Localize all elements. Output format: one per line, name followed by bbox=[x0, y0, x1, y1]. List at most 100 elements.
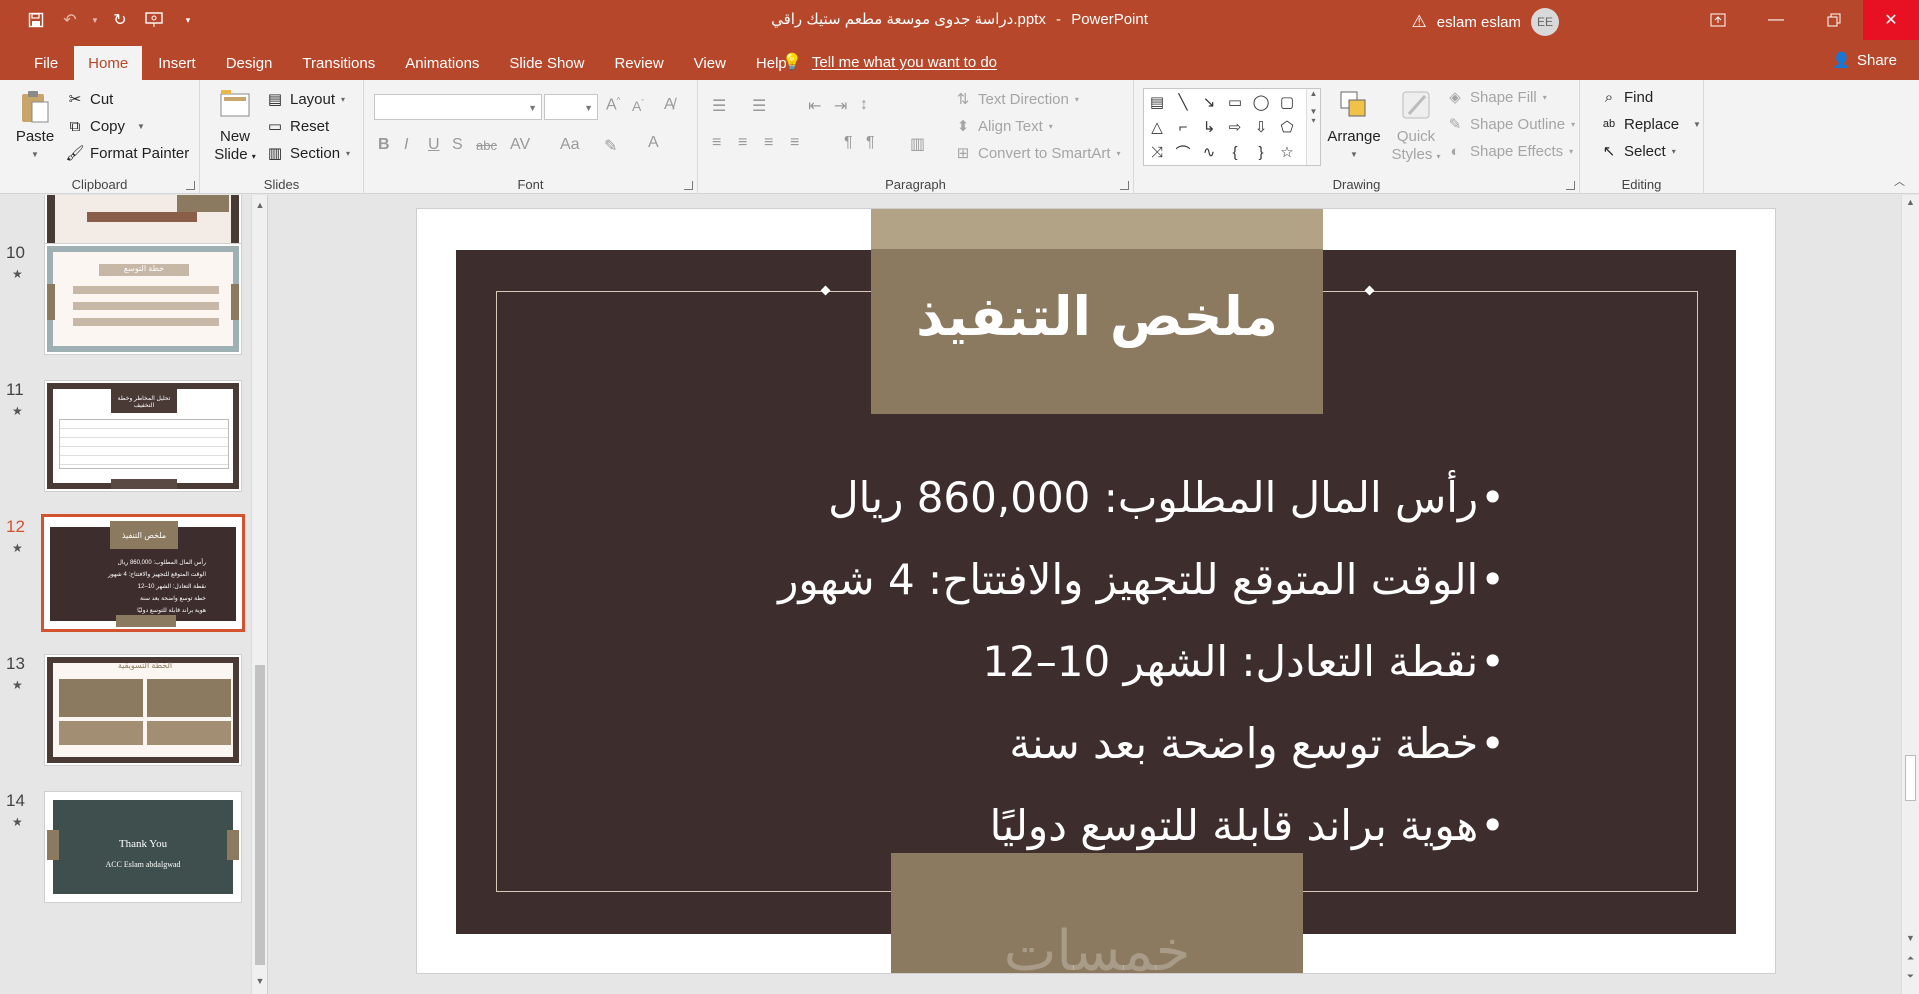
clipboard-launcher-icon[interactable] bbox=[186, 181, 195, 190]
thumbnail-slide-12[interactable]: ملخص التنفيذ رأس المال المطلوب: 860,000 … bbox=[41, 514, 245, 632]
slide-canvas[interactable]: ملخص التنفيذ خمسات •رأس المال المطلوب: 8… bbox=[416, 208, 1776, 974]
increase-indent-icon[interactable]: ⇥ bbox=[834, 96, 847, 116]
section-button[interactable]: ▥ Section ▾ bbox=[266, 144, 350, 163]
shape-effects-button[interactable]: ◐ Shape Effects ▾ bbox=[1446, 142, 1573, 160]
shapes-gallery[interactable]: ▤ ╲ ↘ ▭ ◯ ▢ △ ⌐ ↳ ⇨ ⇩ ⬠ ⤨ ⌒ ∿ { } ☆ ▲ ▼ ▾ bbox=[1143, 88, 1321, 166]
new-slide-button[interactable]: New Slide ▾ bbox=[210, 88, 260, 166]
tab-insert[interactable]: Insert bbox=[144, 46, 210, 80]
tab-view[interactable]: View bbox=[680, 46, 740, 80]
format-painter-button[interactable]: 🖌 Format Painter bbox=[65, 144, 189, 163]
layout-button[interactable]: ▤ Layout ▾ bbox=[266, 90, 345, 109]
columns-icon[interactable]: ▥ bbox=[910, 134, 925, 154]
decrease-font-size-icon[interactable]: Aˇ bbox=[632, 98, 644, 114]
select-button[interactable]: ↖ Select ▾ bbox=[1600, 142, 1676, 161]
scroll-up-icon[interactable]: ▲ bbox=[252, 197, 267, 213]
minimize-icon[interactable]: — bbox=[1747, 0, 1805, 40]
text-direction-button[interactable]: ⇅ Text Direction ▾ bbox=[954, 90, 1079, 109]
align-left-icon[interactable]: ≡ bbox=[712, 134, 721, 152]
scroll-down-icon[interactable]: ▼ bbox=[252, 973, 267, 989]
warning-icon[interactable]: ⚠ bbox=[1412, 12, 1427, 32]
process-arrows-icon[interactable]: ⤨ bbox=[1146, 141, 1168, 163]
triangle-shape-icon[interactable]: △ bbox=[1146, 116, 1168, 138]
bold-icon[interactable]: B bbox=[378, 136, 390, 154]
thumbnail-scrollbar[interactable]: ▲ ▼ bbox=[251, 195, 267, 994]
thumbnail-slide-13[interactable]: الخطة التسويقية bbox=[44, 654, 242, 766]
elbow-connector-icon[interactable]: ⌐ bbox=[1172, 116, 1194, 138]
quick-styles-button[interactable]: Quick Styles ▾ bbox=[1388, 88, 1444, 166]
shape-fill-button[interactable]: ◈ Shape Fill ▾ bbox=[1446, 88, 1547, 107]
arrange-button[interactable]: Arrange ▼ bbox=[1326, 88, 1382, 164]
replace-button[interactable]: ab Replace ▼ bbox=[1600, 115, 1701, 133]
restore-icon[interactable] bbox=[1805, 0, 1863, 40]
pentagon-shape-icon[interactable]: ⬠ bbox=[1276, 116, 1298, 138]
title-block[interactable]: ملخص التنفيذ bbox=[871, 209, 1323, 414]
character-spacing-icon[interactable]: AV bbox=[510, 136, 530, 154]
convert-smartart-button[interactable]: ⊞ Convert to SmartArt ▾ bbox=[954, 144, 1121, 163]
tab-review[interactable]: Review bbox=[600, 46, 677, 80]
decrease-indent-icon[interactable]: ⇤ bbox=[808, 96, 821, 116]
editor-scrollbar[interactable]: ▲ ▼ ⏶ ⏷ bbox=[1901, 195, 1919, 994]
font-size-combo[interactable]: ▼ bbox=[544, 94, 598, 120]
ribbon-display-options-icon[interactable] bbox=[1689, 0, 1747, 40]
text-shadow-icon[interactable]: S bbox=[452, 136, 463, 154]
previous-slide-icon[interactable]: ⏶ bbox=[1902, 953, 1919, 964]
strikethrough-icon[interactable]: abc bbox=[476, 138, 497, 153]
left-brace-icon[interactable]: { bbox=[1224, 141, 1246, 163]
textbox-shape-icon[interactable]: ▤ bbox=[1146, 91, 1168, 113]
font-color-icon[interactable]: A bbox=[648, 134, 659, 152]
user-name[interactable]: eslam eslam bbox=[1437, 14, 1521, 31]
star-shape-icon[interactable]: ☆ bbox=[1276, 141, 1298, 163]
numbering-icon[interactable]: ☰ bbox=[752, 96, 766, 116]
clear-formatting-icon[interactable]: A̸ bbox=[664, 96, 675, 114]
arrow-line-shape-icon[interactable]: ↘ bbox=[1198, 91, 1220, 113]
find-button[interactable]: ⌕ Find bbox=[1600, 88, 1653, 106]
align-text-button[interactable]: ⬍ Align Text ▾ bbox=[954, 117, 1053, 136]
line-spacing-icon[interactable]: ↕ bbox=[860, 96, 868, 114]
align-right-icon[interactable]: ≡ bbox=[764, 134, 773, 152]
curve-shape-icon[interactable]: ∿ bbox=[1198, 141, 1220, 163]
tab-design[interactable]: Design bbox=[212, 46, 287, 80]
paste-button[interactable]: Paste ▼ bbox=[10, 88, 60, 164]
scroll-up-icon[interactable]: ▲ bbox=[1902, 197, 1919, 207]
oval-shape-icon[interactable]: ◯ bbox=[1250, 91, 1272, 113]
underline-icon[interactable]: U bbox=[428, 136, 440, 154]
shape-outline-button[interactable]: ✎ Shape Outline ▾ bbox=[1446, 115, 1575, 134]
ltr-icon[interactable]: ¶ bbox=[844, 134, 853, 152]
elbow-arrow-icon[interactable]: ↳ bbox=[1198, 116, 1220, 138]
slide-title[interactable]: ملخص التنفيذ bbox=[871, 285, 1323, 348]
next-slide-icon[interactable]: ⏷ bbox=[1902, 971, 1919, 982]
bullet-list[interactable]: •رأس المال المطلوب: 860,000 ريال •الوقت … bbox=[605, 457, 1505, 867]
thumbnail-slide-10[interactable]: خطة التوسع bbox=[44, 243, 242, 355]
avatar[interactable]: EE bbox=[1531, 8, 1559, 36]
line-shape-icon[interactable]: ╲ bbox=[1172, 91, 1194, 113]
drawing-launcher-icon[interactable] bbox=[1566, 181, 1575, 190]
font-family-combo[interactable]: ▼ bbox=[374, 94, 542, 120]
arc-shape-icon[interactable]: ⌒ bbox=[1172, 141, 1194, 163]
share-button[interactable]: 👤 Share bbox=[1832, 51, 1897, 70]
copy-button[interactable]: ⧉ Copy ▼ bbox=[66, 117, 145, 135]
tab-slide-show[interactable]: Slide Show bbox=[495, 46, 598, 80]
highlight-icon[interactable]: ✎ bbox=[604, 136, 617, 156]
thumbnail-scroll-thumb[interactable] bbox=[255, 665, 265, 965]
tab-transitions[interactable]: Transitions bbox=[288, 46, 389, 80]
change-case-icon[interactable]: Aa bbox=[560, 136, 580, 154]
font-launcher-icon[interactable] bbox=[684, 181, 693, 190]
right-brace-icon[interactable]: } bbox=[1250, 141, 1272, 163]
increase-font-size-icon[interactable]: A^ bbox=[606, 96, 620, 114]
editor-scroll-thumb[interactable] bbox=[1905, 755, 1916, 801]
tab-animations[interactable]: Animations bbox=[391, 46, 493, 80]
tab-file[interactable]: File bbox=[20, 46, 72, 80]
italic-icon[interactable]: I bbox=[404, 136, 408, 154]
rounded-rect-shape-icon[interactable]: ▢ bbox=[1276, 91, 1298, 113]
align-center-icon[interactable]: ≡ bbox=[738, 134, 747, 152]
thumbnail-slide-14[interactable]: Thank You ACC Eslam abdalgwad bbox=[44, 791, 242, 903]
scroll-down-icon[interactable]: ▼ bbox=[1902, 933, 1919, 943]
rectangle-shape-icon[interactable]: ▭ bbox=[1224, 91, 1246, 113]
rtl-icon[interactable]: ¶ bbox=[866, 134, 875, 152]
bullets-icon[interactable]: ☰ bbox=[712, 96, 726, 116]
close-icon[interactable]: ✕ bbox=[1863, 0, 1919, 40]
shapes-gallery-scroll[interactable]: ▲ ▼ ▾ bbox=[1306, 89, 1320, 165]
thumbnail-slide-11[interactable]: تحليل المخاطر وخطة التخفيف bbox=[44, 380, 242, 492]
down-arrow-shape-icon[interactable]: ⇩ bbox=[1250, 116, 1272, 138]
reset-button[interactable]: ▭ Reset bbox=[266, 117, 329, 136]
